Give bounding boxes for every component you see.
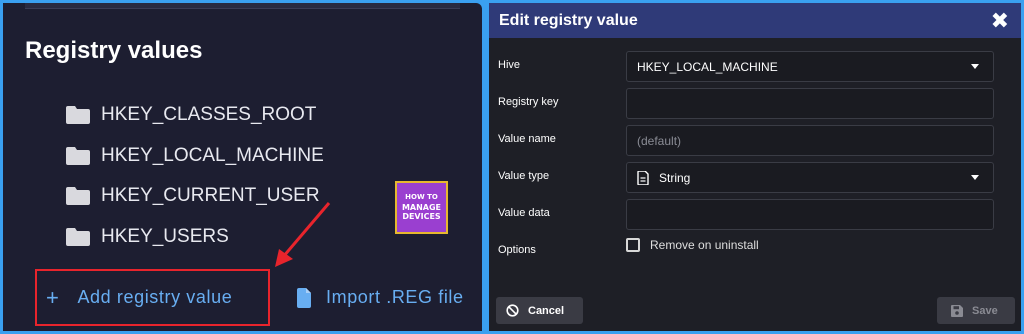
save-label: Save <box>972 304 998 317</box>
value-type-select[interactable]: String <box>626 162 994 193</box>
folder-icon <box>65 105 91 125</box>
tree-item-hkey-users[interactable]: HKEY_USERS <box>65 217 324 258</box>
registry-tree: HKEY_CLASSES_ROOT HKEY_LOCAL_MACHINE HKE… <box>65 95 324 257</box>
tree-item-label: HKEY_LOCAL_MACHINE <box>101 144 324 166</box>
value-name-input[interactable]: (default) <box>626 125 994 156</box>
document-icon <box>637 170 649 185</box>
import-reg-file-button[interactable]: Import .REG file <box>296 287 464 308</box>
dialog-header: Edit registry value ✖ <box>489 3 1021 38</box>
cancel-button[interactable]: Cancel <box>496 297 583 324</box>
tree-item-label: HKEY_CLASSES_ROOT <box>101 104 317 126</box>
registry-key-input[interactable] <box>626 88 994 119</box>
folder-icon <box>65 186 91 206</box>
save-icon <box>951 304 963 317</box>
plus-icon: + <box>46 284 60 310</box>
value-name-placeholder: (default) <box>637 133 682 148</box>
tree-item-label: HKEY_USERS <box>101 225 229 247</box>
dialog-footer: Cancel Save <box>489 297 1021 331</box>
value-type-label: Value type <box>498 170 550 182</box>
tree-item-hkey-classes-root[interactable]: HKEY_CLASSES_ROOT <box>65 95 324 136</box>
registry-values-panel: Registry values HKEY_CLASSES_ROOT HKEY_L… <box>3 3 482 331</box>
tree-item-hkey-local-machine[interactable]: HKEY_LOCAL_MACHINE <box>65 136 324 177</box>
value-data-label: Value data <box>498 207 550 219</box>
hive-value: HKEY_LOCAL_MACHINE <box>637 59 778 74</box>
registry-key-row: Registry key <box>489 88 1021 119</box>
registry-key-label: Registry key <box>498 96 559 108</box>
top-strip <box>25 3 460 9</box>
hive-select[interactable]: HKEY_LOCAL_MACHINE <box>626 51 994 82</box>
add-registry-value-label: Add registry value <box>77 287 233 307</box>
value-type-row: Value type String <box>489 162 1021 193</box>
value-data-input[interactable] <box>626 199 994 230</box>
save-button[interactable]: Save <box>937 297 1015 324</box>
chevron-down-icon <box>971 175 979 180</box>
panel-actions: + Add registry value Import .REG file <box>35 269 464 326</box>
tree-item-label: HKEY_CURRENT_USER <box>101 185 320 207</box>
folder-icon <box>65 146 91 166</box>
how-to-manage-devices-logo: HOW TO MANAGE DEVICES <box>395 181 448 234</box>
dialog-title: Edit registry value <box>499 11 638 29</box>
tree-item-hkey-current-user[interactable]: HKEY_CURRENT_USER <box>65 176 324 217</box>
value-name-row: Value name (default) <box>489 125 1021 156</box>
hive-row: Hive HKEY_LOCAL_MACHINE <box>489 51 1021 82</box>
remove-on-uninstall-checkbox[interactable] <box>626 238 640 252</box>
remove-on-uninstall-option[interactable]: Remove on uninstall <box>626 238 759 252</box>
edit-registry-value-dialog: Edit registry value ✖ Hive HKEY_LOCAL_MA… <box>489 3 1021 331</box>
folder-icon <box>65 227 91 247</box>
remove-on-uninstall-label: Remove on uninstall <box>650 238 759 252</box>
add-registry-value-button[interactable]: + Add registry value <box>35 269 270 326</box>
options-label: Options <box>498 244 536 256</box>
cancel-icon <box>506 304 519 317</box>
value-name-label: Value name <box>498 133 556 145</box>
panel-title: Registry values <box>25 37 203 64</box>
value-type-value: String <box>659 170 691 185</box>
hive-label: Hive <box>498 59 521 71</box>
file-icon <box>297 287 311 308</box>
value-data-row: Value data <box>489 199 1021 230</box>
cancel-label: Cancel <box>528 304 565 317</box>
chevron-down-icon <box>971 64 979 69</box>
close-icon[interactable]: ✖ <box>991 9 1009 32</box>
import-reg-file-label: Import .REG file <box>326 287 464 307</box>
